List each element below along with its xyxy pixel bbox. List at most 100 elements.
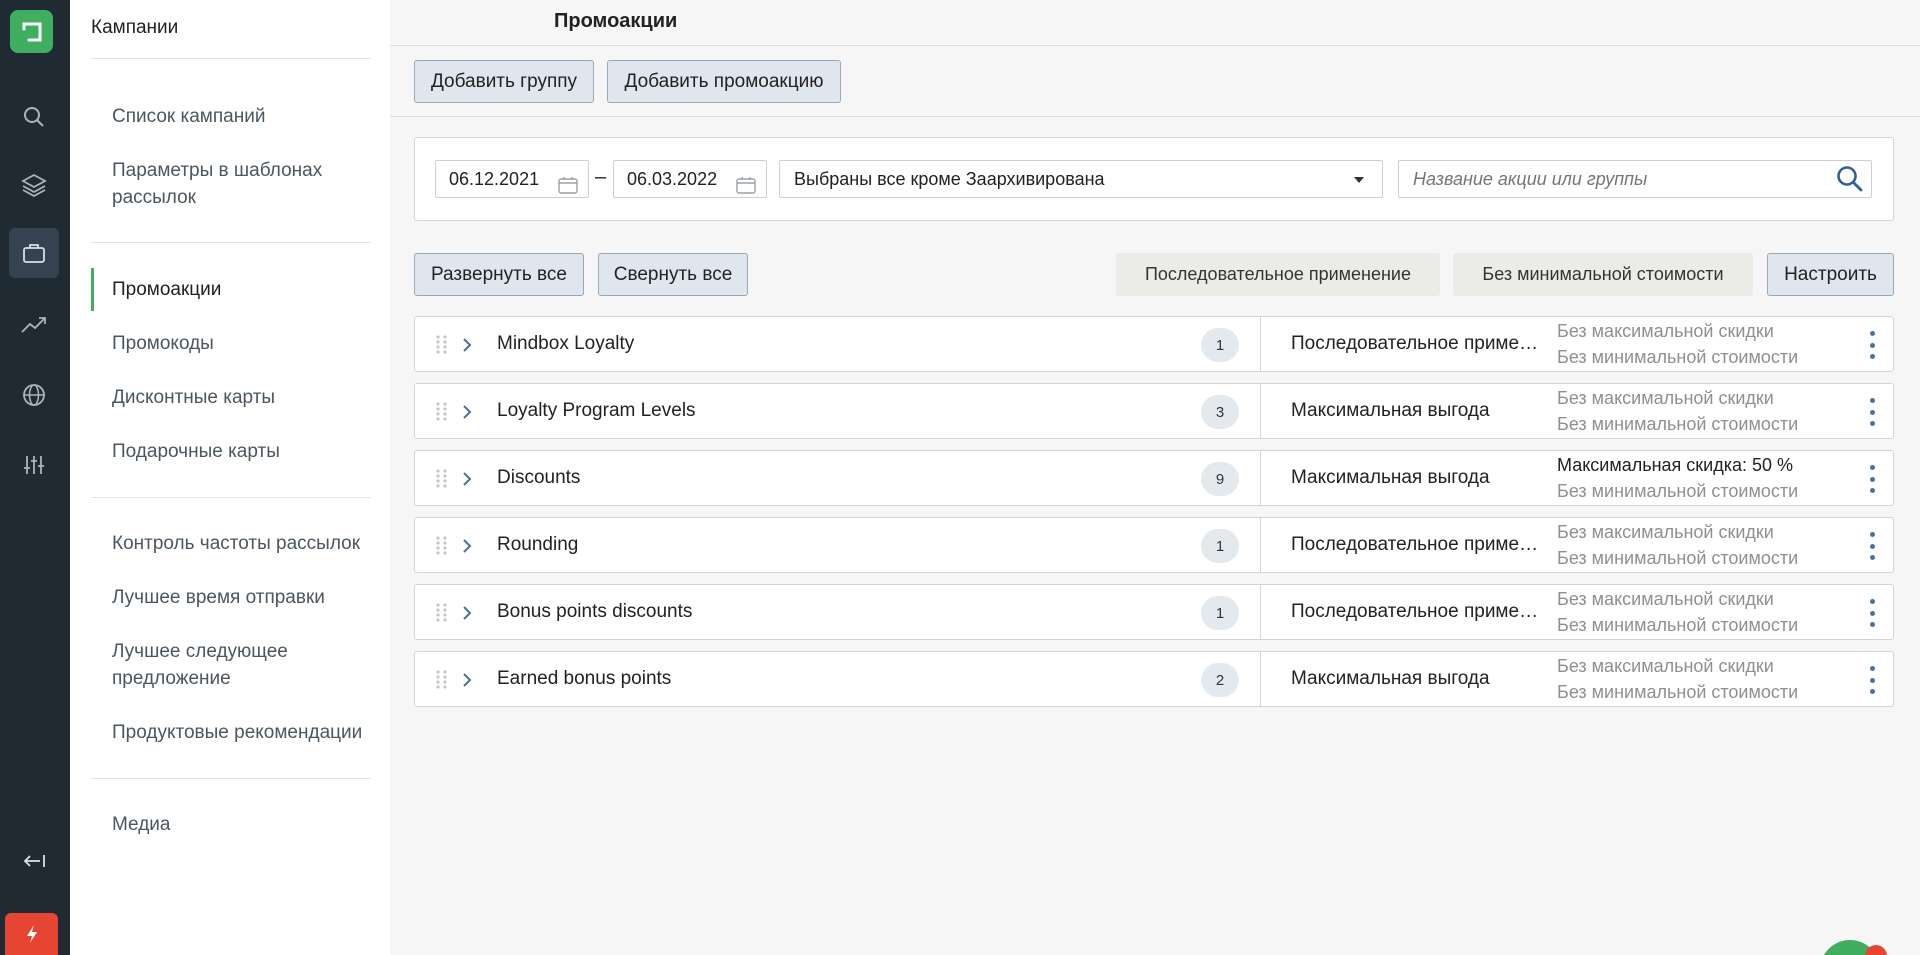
divider	[1260, 317, 1261, 371]
trend-chart-icon[interactable]	[9, 300, 59, 350]
divider	[1260, 518, 1261, 572]
group-name: Rounding	[497, 534, 579, 555]
more-options-icon[interactable]	[1865, 465, 1879, 493]
application-mode: Последовательное применение	[1291, 534, 1541, 555]
configure-button[interactable]: Настроить	[1767, 253, 1894, 296]
add-group-button[interactable]: Добавить группу	[414, 60, 594, 103]
expand-all-button[interactable]: Развернуть все	[414, 253, 584, 296]
add-promo-button[interactable]: Добавить промоакцию	[607, 60, 841, 103]
application-mode: Максимальная выгода	[1291, 400, 1490, 421]
settings-sliders-icon[interactable]	[9, 440, 59, 490]
promo-group-row[interactable]: Earned bonus points 2 Максимальная выгод…	[414, 651, 1894, 707]
more-options-icon[interactable]	[1865, 666, 1879, 694]
filter-panel: 06.12.2021 – 06.03.2022 Выбраны все кром…	[414, 137, 1894, 221]
min-cost-limit: Без минимальной стоимости	[1557, 347, 1799, 367]
chevron-right-icon[interactable]	[461, 470, 473, 493]
chevron-right-icon[interactable]	[461, 604, 473, 627]
sidebar-item-campaign-list[interactable]: Список кампаний	[112, 103, 382, 130]
divider	[91, 242, 371, 243]
max-discount-limit: Максимальная скидка: 50 %	[1557, 455, 1794, 475]
promo-count-badge: 2	[1201, 663, 1239, 697]
chevron-down-icon	[1354, 177, 1364, 183]
promo-group-row[interactable]: Discounts 9 Максимальная выгода Максимал…	[414, 450, 1894, 506]
max-discount-limit: Без максимальной скидки	[1557, 589, 1774, 609]
date-range-separator: –	[595, 166, 607, 188]
group-name: Discounts	[497, 467, 581, 488]
sidebar-item-gift-cards[interactable]: Подарочные карты	[112, 438, 382, 465]
drag-handle-icon[interactable]	[435, 468, 449, 493]
layers-icon[interactable]	[9, 160, 59, 210]
group-name: Loyalty Program Levels	[497, 400, 696, 421]
chevron-right-icon[interactable]	[461, 336, 473, 359]
more-options-icon[interactable]	[1865, 532, 1879, 560]
drag-handle-icon[interactable]	[435, 669, 449, 694]
promo-count-badge: 9	[1201, 462, 1239, 496]
sequential-mode-chip: Последовательное применение	[1116, 253, 1440, 296]
max-discount-limit: Без максимальной скидки	[1557, 388, 1774, 408]
date-to-value: 06.03.2022	[627, 169, 718, 189]
collapse-all-button[interactable]: Свернуть все	[598, 253, 748, 296]
sidebar-item-best-send-time[interactable]: Лучшее время отправки	[112, 584, 382, 611]
min-cost-limit: Без минимальной стоимости	[1557, 548, 1799, 568]
drag-handle-icon[interactable]	[435, 401, 449, 426]
sidebar-item-product-recommendations[interactable]: Продуктовые рекомендации	[112, 719, 382, 746]
max-discount-limit: Без максимальной скидки	[1557, 522, 1774, 542]
app-rail	[0, 0, 70, 955]
search-input[interactable]	[1398, 160, 1872, 198]
divider	[91, 778, 371, 779]
drag-handle-icon[interactable]	[435, 535, 449, 560]
collapse-sidebar-icon[interactable]	[9, 836, 59, 886]
globe-icon[interactable]	[9, 370, 59, 420]
promo-count-badge: 3	[1201, 395, 1239, 429]
chevron-right-icon[interactable]	[461, 537, 473, 560]
divider	[91, 497, 371, 498]
application-mode: Последовательное применение	[1291, 601, 1541, 622]
chevron-right-icon[interactable]	[461, 403, 473, 426]
calendar-icon[interactable]	[736, 170, 756, 206]
promo-count-badge: 1	[1201, 328, 1239, 362]
sidebar-item-promocodes[interactable]: Промокоды	[112, 330, 382, 357]
lightning-icon[interactable]	[5, 913, 58, 955]
promo-group-row[interactable]: Bonus points discounts 1 Последовательно…	[414, 584, 1894, 640]
sidebar-item-frequency-control[interactable]: Контроль частоты рассылок	[112, 530, 382, 557]
promo-group-row[interactable]: Rounding 1 Последовательное применение Б…	[414, 517, 1894, 573]
min-cost-limit: Без минимальной стоимости	[1557, 682, 1799, 702]
status-filter-value: Выбраны все кроме Заархивирована	[794, 169, 1105, 189]
campaigns-sidebar: Кампании Список кампаний Параметры в шаб…	[70, 0, 390, 955]
sidebar-item-template-params[interactable]: Параметры в шаблонах рассылок	[112, 157, 382, 211]
chevron-right-icon[interactable]	[461, 671, 473, 694]
group-name: Mindbox Loyalty	[497, 333, 635, 354]
page-title: Промоакции	[554, 10, 678, 32]
max-discount-limit: Без максимальной скидки	[1557, 321, 1774, 341]
sidebar-title: Кампании	[91, 17, 179, 38]
divider	[91, 58, 371, 59]
status-filter-select[interactable]: Выбраны все кроме Заархивирована	[779, 160, 1383, 198]
application-mode: Максимальная выгода	[1291, 668, 1490, 689]
calendar-icon[interactable]	[558, 170, 578, 206]
sidebar-item-promotions[interactable]: Промоакции	[112, 276, 382, 303]
active-indicator	[91, 268, 94, 311]
group-name: Earned bonus points	[497, 668, 672, 689]
date-to-field[interactable]: 06.03.2022	[613, 160, 767, 198]
more-options-icon[interactable]	[1865, 599, 1879, 627]
sidebar-item-next-best-offer[interactable]: Лучшее следующее предложение	[112, 638, 382, 692]
sidebar-item-media[interactable]: Медиа	[112, 811, 382, 838]
mindbox-logo[interactable]	[10, 10, 53, 53]
promo-group-row[interactable]: Loyalty Program Levels 3 Максимальная вы…	[414, 383, 1894, 439]
search-icon[interactable]	[9, 92, 59, 142]
promo-count-badge: 1	[1201, 596, 1239, 630]
date-from-field[interactable]: 06.12.2021	[435, 160, 589, 198]
divider	[1260, 384, 1261, 438]
sidebar-item-discount-cards[interactable]: Дисконтные карты	[112, 384, 382, 411]
search-icon[interactable]	[1836, 165, 1864, 198]
drag-handle-icon[interactable]	[435, 602, 449, 627]
min-cost-limit: Без минимальной стоимости	[1557, 481, 1799, 501]
briefcase-icon[interactable]	[9, 228, 59, 278]
more-options-icon[interactable]	[1865, 398, 1879, 426]
group-name: Bonus points discounts	[497, 601, 693, 622]
drag-handle-icon[interactable]	[435, 334, 449, 359]
more-options-icon[interactable]	[1865, 331, 1879, 359]
promo-count-badge: 1	[1201, 529, 1239, 563]
toolbar: Добавить группу Добавить промоакцию	[390, 46, 1920, 117]
promo-group-row[interactable]: Mindbox Loyalty 1 Последовательное приме…	[414, 316, 1894, 372]
